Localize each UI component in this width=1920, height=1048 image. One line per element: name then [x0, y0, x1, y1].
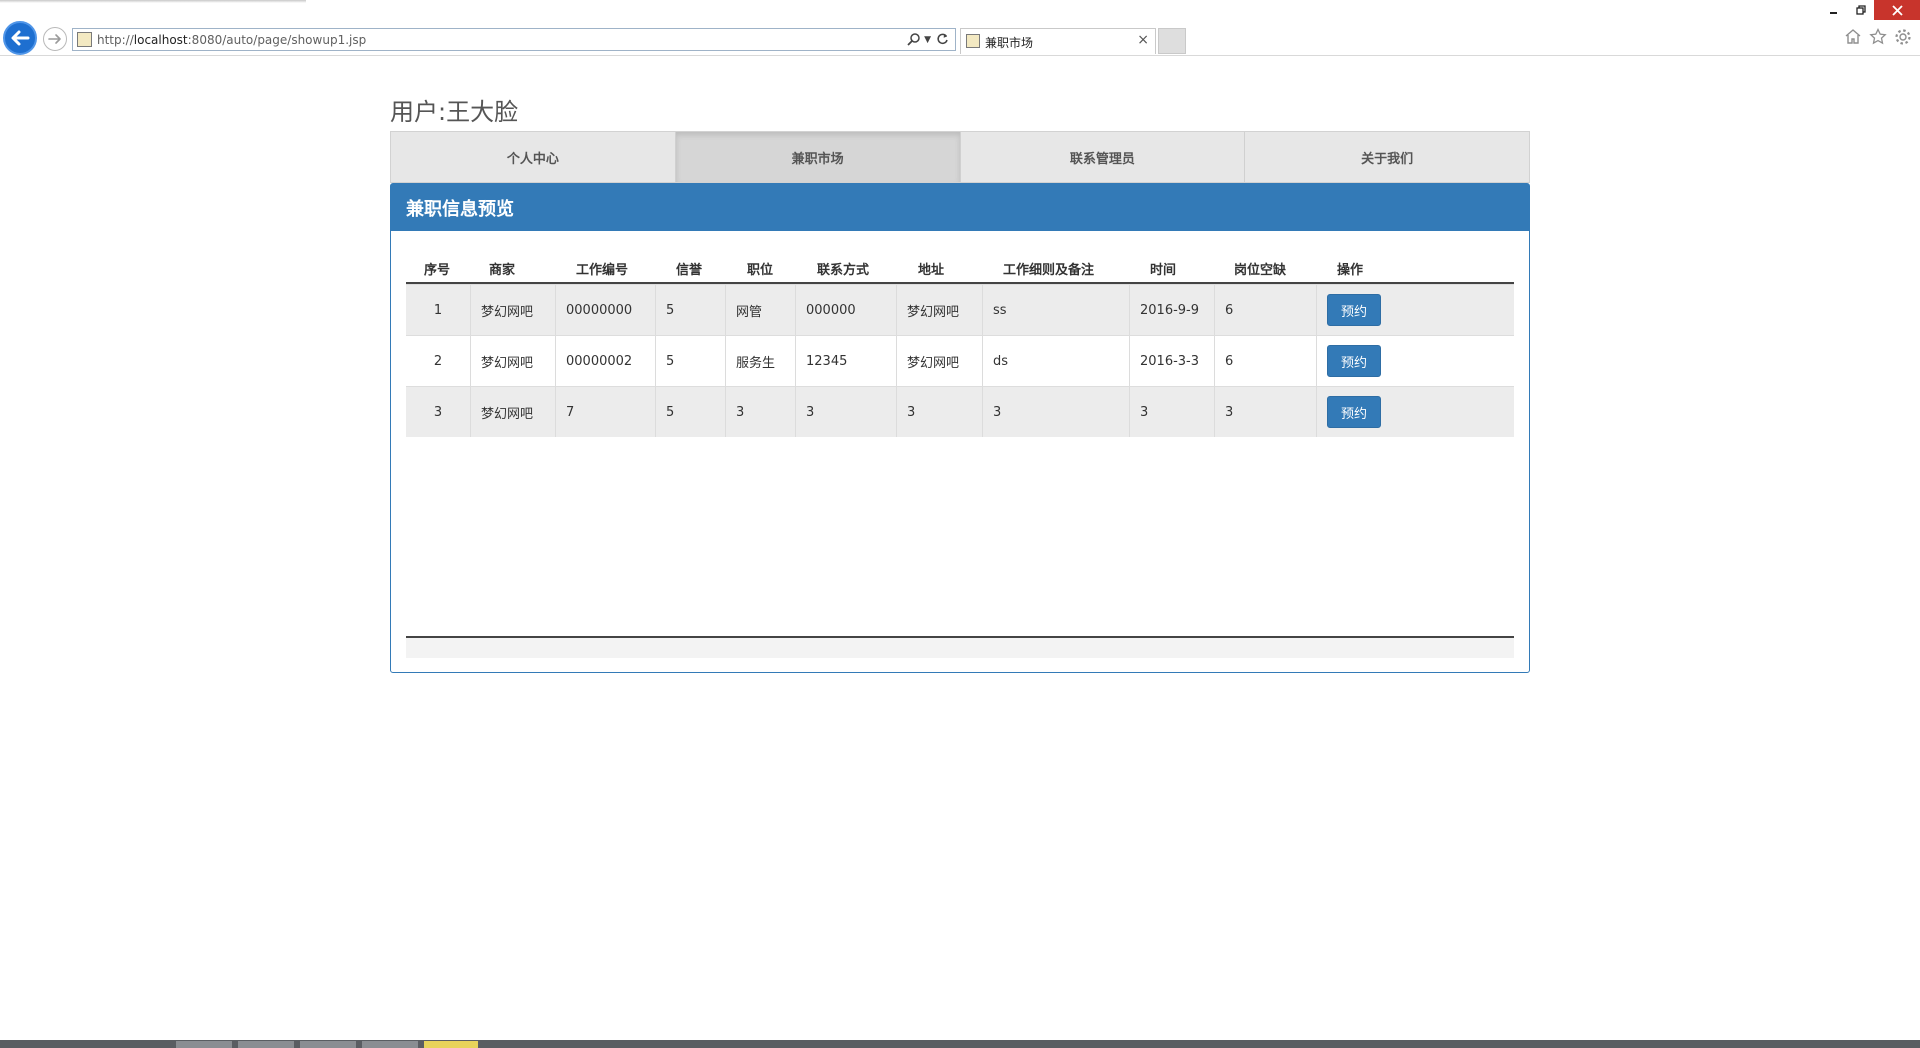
url-host: localhost: [133, 33, 188, 47]
taskbar-item-active[interactable]: [424, 1041, 478, 1048]
back-button[interactable]: [3, 21, 37, 55]
column-header-vacancy: 岗位空缺: [1234, 263, 1287, 278]
table-header: 序号 商家 工作编号 信誉 职位 联系方式 地址 工作细则及备注 时间 岗位空缺…: [406, 231, 1514, 284]
user-title: 用户:王大脸: [390, 98, 519, 126]
chrome-shadow: [0, 0, 306, 3]
job-info-panel: 兼职信息预览 序号 商家 工作编号 信誉 职位 联系方式 地址 工作细则及备注 …: [390, 183, 1530, 673]
favorites-star-icon[interactable]: [1869, 27, 1887, 50]
close-icon: [1891, 4, 1903, 16]
url-prefix: http://: [97, 33, 134, 47]
cell-notes: 3: [983, 387, 1130, 437]
taskbar-item[interactable]: [300, 1041, 356, 1048]
column-header-time: 时间: [1150, 263, 1177, 278]
cell-vacancy: 6: [1215, 285, 1317, 335]
column-header-job-id: 工作编号: [576, 263, 629, 278]
cell-address: 3: [897, 387, 983, 437]
nav-item-about-us[interactable]: 关于我们: [1245, 132, 1529, 182]
column-header-position: 职位: [747, 263, 774, 278]
cell-contact: 12345: [796, 336, 897, 386]
column-header-credit: 信誉: [676, 263, 703, 278]
column-header-contact: 联系方式: [817, 263, 870, 278]
main-nav: 个人中心 兼职市场 联系管理员 关于我们: [390, 131, 1530, 183]
nav-item-contact-admin[interactable]: 联系管理员: [961, 132, 1246, 182]
search-icon[interactable]: [907, 32, 921, 50]
table-row: 1 梦幻网吧 00000000 5 网管 000000 梦幻网吧 ss 2016…: [406, 284, 1514, 335]
cell-job-id: 7: [556, 387, 656, 437]
cell-no: 3: [406, 387, 471, 437]
restore-button[interactable]: [1848, 0, 1874, 20]
cell-time: 3: [1130, 387, 1215, 437]
taskbar-item[interactable]: [362, 1041, 418, 1048]
table-row: 3 梦幻网吧 7 5 3 3 3 3 3 3 预约: [406, 386, 1514, 437]
refresh-icon[interactable]: [936, 32, 949, 50]
url-text[interactable]: http://localhost:8080/auto/page/showup1.…: [97, 33, 366, 47]
page-favicon-icon: [77, 32, 92, 47]
cell-merchant: 梦幻网吧: [471, 285, 556, 335]
arrow-right-icon: [48, 34, 61, 44]
cell-action: 预约: [1317, 285, 1514, 335]
table-row: 2 梦幻网吧 00000002 5 服务生 12345 梦幻网吧 ds 2016…: [406, 335, 1514, 386]
cell-position: 服务生: [726, 336, 796, 386]
cell-notes: ds: [983, 336, 1130, 386]
cell-position: 网管: [726, 285, 796, 335]
cell-job-id: 00000000: [556, 285, 656, 335]
column-header-address: 地址: [918, 263, 945, 278]
cell-notes: ss: [983, 285, 1130, 335]
home-icon[interactable]: [1844, 28, 1862, 50]
cell-vacancy: 3: [1215, 387, 1317, 437]
cell-no: 2: [406, 336, 471, 386]
forward-button[interactable]: [43, 27, 67, 51]
column-header-notes: 工作细则及备注: [1003, 263, 1095, 278]
column-header-action: 操作: [1337, 263, 1364, 278]
cell-time: 2016-3-3: [1130, 336, 1215, 386]
reserve-button[interactable]: 预约: [1327, 345, 1381, 377]
cell-contact: 3: [796, 387, 897, 437]
column-header-merchant: 商家: [489, 263, 516, 278]
column-header-no: 序号: [424, 263, 451, 278]
dropdown-arrow-icon[interactable]: ▼: [924, 35, 931, 45]
table-footer: [406, 638, 1514, 658]
taskbar-item[interactable]: [176, 1041, 232, 1048]
panel-title: 兼职信息预览: [391, 184, 1529, 231]
cell-address: 梦幻网吧: [897, 285, 983, 335]
tab-close-icon[interactable]: ×: [1137, 32, 1149, 48]
job-table: 序号 商家 工作编号 信誉 职位 联系方式 地址 工作细则及备注 时间 岗位空缺…: [406, 231, 1514, 437]
cell-merchant: 梦幻网吧: [471, 336, 556, 386]
nav-item-personal-center[interactable]: 个人中心: [391, 132, 676, 182]
browser-tab[interactable]: 兼职市场 ×: [960, 28, 1156, 54]
cell-action: 预约: [1317, 336, 1514, 386]
arrow-left-icon: [11, 30, 30, 46]
browser-chrome: http://localhost:8080/auto/page/showup1.…: [0, 0, 1920, 56]
cell-credit: 5: [656, 336, 726, 386]
restore-icon: [1855, 4, 1866, 15]
cell-position: 3: [726, 387, 796, 437]
cell-vacancy: 6: [1215, 336, 1317, 386]
minimize-icon: [1830, 12, 1837, 14]
reserve-button[interactable]: 预约: [1327, 294, 1381, 326]
tab-title: 兼职市场: [985, 36, 1034, 50]
cell-time: 2016-9-9: [1130, 285, 1215, 335]
cell-merchant: 梦幻网吧: [471, 387, 556, 437]
cell-action: 预约: [1317, 387, 1514, 437]
nav-item-job-market[interactable]: 兼职市场: [675, 132, 961, 182]
cell-job-id: 00000002: [556, 336, 656, 386]
reserve-button[interactable]: 预约: [1327, 396, 1381, 428]
cell-address: 梦幻网吧: [897, 336, 983, 386]
cell-credit: 5: [656, 387, 726, 437]
url-rest: :8080/auto/page/showup1.jsp: [187, 33, 367, 47]
minimize-button[interactable]: [1820, 0, 1848, 20]
close-window-button[interactable]: [1874, 0, 1920, 20]
new-tab-button[interactable]: [1158, 28, 1186, 54]
settings-gear-icon[interactable]: [1894, 28, 1912, 51]
taskbar-item[interactable]: [238, 1041, 294, 1048]
cell-credit: 5: [656, 285, 726, 335]
tab-favicon-icon: [966, 34, 980, 48]
address-bar[interactable]: http://localhost:8080/auto/page/showup1.…: [72, 28, 956, 51]
cell-contact: 000000: [796, 285, 897, 335]
cell-no: 1: [406, 285, 471, 335]
